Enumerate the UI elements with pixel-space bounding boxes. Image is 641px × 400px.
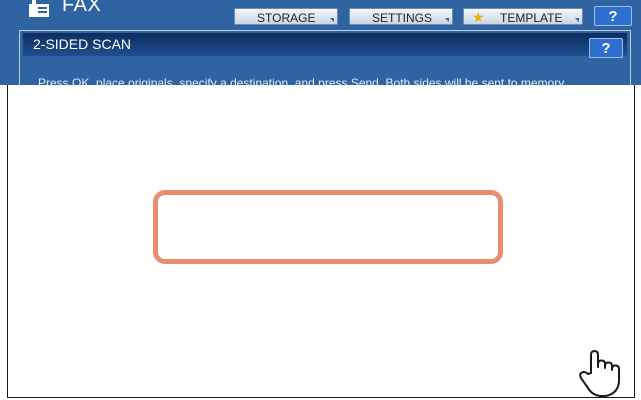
tab-storage[interactable]: STORAGE (234, 8, 338, 25)
tab-settings[interactable]: SETTINGS (349, 8, 453, 25)
dialog-help-button[interactable]: ? (589, 38, 623, 58)
tab-storage-label: STORAGE (257, 11, 316, 25)
help-button[interactable]: ? (594, 6, 632, 26)
dialog-title: 2-SIDED SCAN (33, 36, 132, 52)
hand-pointer-icon (579, 350, 620, 397)
star-icon: ★ (472, 9, 485, 25)
tab-settings-label: SETTINGS (372, 11, 433, 25)
tab-template-label: TEMPLATE (500, 11, 563, 25)
app-title: FAX (62, 0, 102, 16)
highlight-frame (153, 190, 503, 264)
corner-arrow-icon (575, 18, 579, 22)
corner-arrow-icon (330, 18, 334, 22)
dialog-title-bar: 2-SIDED SCAN (23, 33, 627, 56)
corner-arrow-icon (445, 18, 449, 22)
fax-icon (29, 0, 49, 17)
tab-template[interactable]: ★ TEMPLATE (463, 8, 583, 25)
